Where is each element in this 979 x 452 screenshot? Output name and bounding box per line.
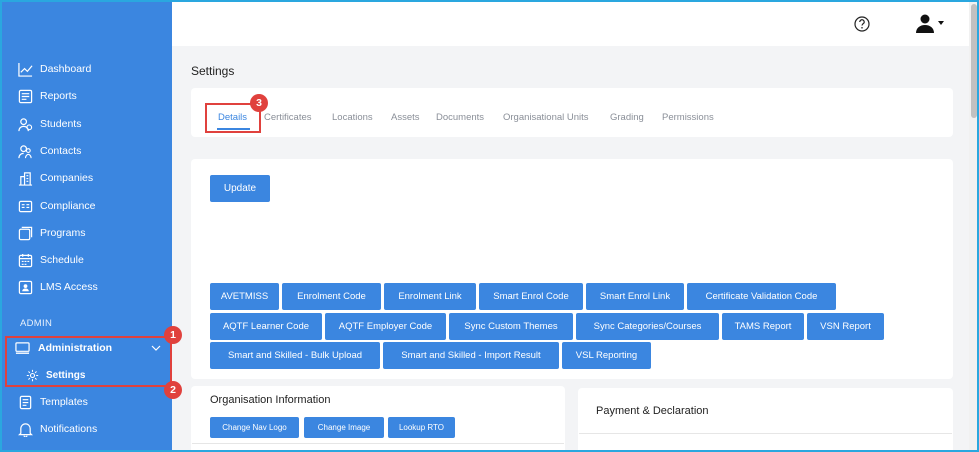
sidebar-item-contacts[interactable]: Contacts <box>18 141 81 161</box>
chevron-down-icon[interactable] <box>151 343 161 353</box>
scrollbar-thumb[interactable] <box>971 4 977 118</box>
tab-grading[interactable]: Grading <box>610 112 644 123</box>
update-button[interactable]: Update <box>210 175 270 202</box>
students-icon <box>18 117 33 132</box>
enrolment-link-button[interactable]: Enrolment Link <box>384 283 476 310</box>
lms-icon <box>18 280 33 295</box>
top-bar <box>172 2 969 46</box>
tab-documents[interactable]: Documents <box>436 112 484 123</box>
sidebar-item-programs[interactable]: Programs <box>18 223 86 243</box>
smart-skilled-bulk-upload-button[interactable]: Smart and Skilled - Bulk Upload <box>210 342 380 369</box>
annotation-badge-1: 1 <box>164 326 182 344</box>
divider <box>192 443 564 444</box>
divider <box>579 433 952 434</box>
tab-locations[interactable]: Locations <box>332 112 373 123</box>
smart-enrol-code-button[interactable]: Smart Enrol Code <box>479 283 583 310</box>
programs-icon <box>18 226 33 241</box>
aqtf-employer-code-button[interactable]: AQTF Employer Code <box>325 313 446 340</box>
change-nav-logo-button[interactable]: Change Nav Logo <box>210 417 299 438</box>
user-avatar-icon[interactable] <box>915 13 935 33</box>
template-icon <box>18 395 33 410</box>
help-icon[interactable] <box>854 16 870 32</box>
sidebar-item-notifications[interactable]: Notifications <box>18 419 97 439</box>
app-window: Dashboard Reports Students Contacts Comp… <box>0 0 979 452</box>
section-label-admin: ADMIN <box>20 318 53 329</box>
sync-categories-courses-button[interactable]: Sync Categories/Courses <box>576 313 719 340</box>
calendar-icon <box>18 253 33 268</box>
sidebar-item-settings[interactable]: Settings <box>26 366 85 384</box>
gear-icon <box>26 369 39 382</box>
sidebar-item-companies[interactable]: Companies <box>18 168 93 188</box>
change-image-button[interactable]: Change Image <box>304 417 384 438</box>
aqtf-learner-code-button[interactable]: AQTF Learner Code <box>210 313 322 340</box>
payment-declaration-card <box>578 388 953 450</box>
chart-line-icon <box>18 62 33 77</box>
tab-assets[interactable]: Assets <box>391 112 420 123</box>
caret-down-icon[interactable] <box>938 21 944 25</box>
sidebar-item-compliance[interactable]: Compliance <box>18 196 95 216</box>
building-icon <box>18 171 33 186</box>
sidebar-item-dashboard[interactable]: Dashboard <box>18 59 91 79</box>
sidebar-item-schedule[interactable]: Schedule <box>18 250 84 270</box>
sidebar-item-administration[interactable]: Administration <box>15 338 112 358</box>
sidebar: Dashboard Reports Students Contacts Comp… <box>2 2 172 450</box>
smart-enrol-link-button[interactable]: Smart Enrol Link <box>586 283 684 310</box>
sidebar-item-templates[interactable]: Templates <box>18 392 88 412</box>
page-title: Settings <box>191 64 235 78</box>
smart-skilled-import-result-button[interactable]: Smart and Skilled - Import Result <box>383 342 559 369</box>
sidebar-item-lms-access[interactable]: LMS Access <box>18 277 98 297</box>
annotation-badge-3: 3 <box>250 94 268 112</box>
certificate-validation-code-button[interactable]: Certificate Validation Code <box>687 283 836 310</box>
tab-details[interactable]: Details <box>218 112 247 123</box>
monitor-icon <box>15 341 30 356</box>
contacts-icon <box>18 144 33 159</box>
bell-icon <box>18 422 33 437</box>
enrolment-code-button[interactable]: Enrolment Code <box>282 283 381 310</box>
lookup-rto-button[interactable]: Lookup RTO <box>388 417 455 438</box>
sidebar-item-students[interactable]: Students <box>18 114 81 134</box>
compliance-icon <box>18 199 33 214</box>
tab-permissions[interactable]: Permissions <box>662 112 714 123</box>
tab-certificates[interactable]: Certificates <box>264 112 312 123</box>
vsn-report-button[interactable]: VSN Report <box>807 313 884 340</box>
sync-custom-themes-button[interactable]: Sync Custom Themes <box>449 313 573 340</box>
sidebar-item-reports[interactable]: Reports <box>18 86 77 106</box>
annotation-badge-2: 2 <box>164 381 182 399</box>
avetmiss-button[interactable]: AVETMISS <box>210 283 279 310</box>
tab-organisational-units[interactable]: Organisational Units <box>503 112 589 123</box>
organisation-info-title: Organisation Information <box>210 394 331 406</box>
vsl-reporting-button[interactable]: VSL Reporting <box>562 342 651 369</box>
tams-report-button[interactable]: TAMS Report <box>722 313 804 340</box>
payment-declaration-title: Payment & Declaration <box>596 405 709 417</box>
active-tab-underline <box>217 128 250 130</box>
report-icon <box>18 89 33 104</box>
